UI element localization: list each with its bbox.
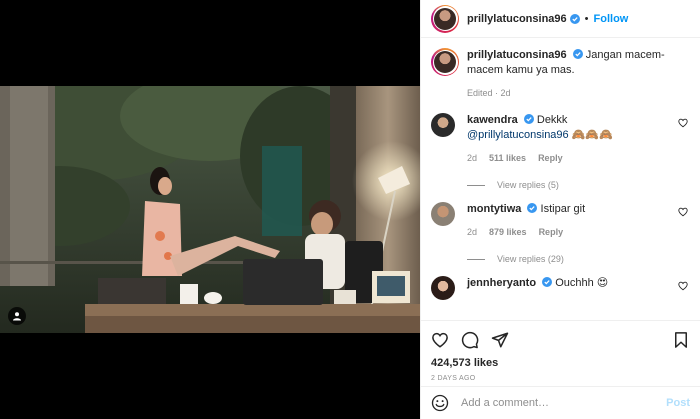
view-replies-button[interactable]: View replies (5) [467,180,690,190]
reply-button[interactable]: Reply [539,225,564,240]
verified-badge-icon [523,114,534,124]
verified-badge-icon [569,13,580,24]
like-comment-heart-icon[interactable] [678,118,688,128]
share-paper-plane-icon[interactable] [491,331,509,349]
commenter-avatar[interactable] [431,276,455,300]
comment-age: 2d [467,153,478,163]
comment-item: montytiwa Istipar git 2d 879 likes Reply [431,202,690,240]
post-side-panel: prillylatuconsina96 • Follow prillylatuc… [420,0,700,419]
emoji-smiley-icon[interactable] [431,394,449,412]
comment-text: Istipar git [540,203,586,215]
author-avatar[interactable] [431,4,459,33]
like-comment-heart-icon[interactable] [678,207,688,217]
caption-author-avatar[interactable] [431,48,459,76]
verified-badge-icon [572,49,583,59]
tagged-people-icon[interactable] [8,307,26,325]
post-date: 2 DAYS AGO [431,375,476,382]
comment-age: 2d [467,227,478,237]
like-heart-icon[interactable] [431,331,449,349]
commenter-username[interactable]: montytiwa [467,203,521,215]
commenter-avatar[interactable] [431,113,455,137]
comment-likes[interactable]: 879 likes [489,225,527,240]
post-photo[interactable] [0,86,420,333]
view-replies-label: View replies (29) [497,254,564,264]
post-caption: prillylatuconsina96 Jangan macem-macem k… [431,48,690,101]
comment-emoji: 🙈🙈🙈 [568,129,613,141]
caption-meta: Edited · 2d [467,88,511,98]
comments-list[interactable]: prillylatuconsina96 Jangan macem-macem k… [421,38,700,320]
reply-button[interactable]: Reply [538,151,563,166]
add-comment-input[interactable] [461,397,667,409]
post-header: prillylatuconsina96 • Follow [421,0,700,38]
comment-text: Ouchhh 😍 [555,277,609,289]
post-media-area [0,0,420,419]
commenter-avatar[interactable] [431,202,455,226]
verified-badge-icon [527,203,538,213]
comment-mention-link[interactable]: @prillylatuconsina96 [467,129,569,141]
commenter-username[interactable]: jennheryanto [467,277,536,289]
likes-count[interactable]: 424,573 likes [431,357,690,369]
header-dot-separator: • [584,12,589,25]
add-comment-bar: Post [421,386,700,419]
follow-button[interactable]: Follow [594,13,629,25]
author-username[interactable]: prillylatuconsina96 [467,13,567,25]
post-comment-button[interactable]: Post [666,397,690,409]
save-bookmark-icon[interactable] [672,331,690,349]
comment-item: jennheryanto Ouchhh 😍 [431,276,690,300]
instagram-post-modal: prillylatuconsina96 • Follow prillylatuc… [0,0,700,419]
comment-likes[interactable]: 511 likes [489,151,526,166]
like-comment-heart-icon[interactable] [678,281,688,291]
comment-item: kawendra Dekkk @prillylatuconsina96 🙈🙈🙈 … [431,113,690,166]
view-replies-button[interactable]: View replies (29) [467,254,690,264]
commenter-username[interactable]: kawendra [467,114,518,126]
comment-bubble-icon[interactable] [461,331,479,349]
comment-text: Dekkk [536,114,568,126]
view-replies-label: View replies (5) [497,180,559,190]
caption-username[interactable]: prillylatuconsina96 [467,49,567,61]
verified-badge-icon [542,277,553,287]
